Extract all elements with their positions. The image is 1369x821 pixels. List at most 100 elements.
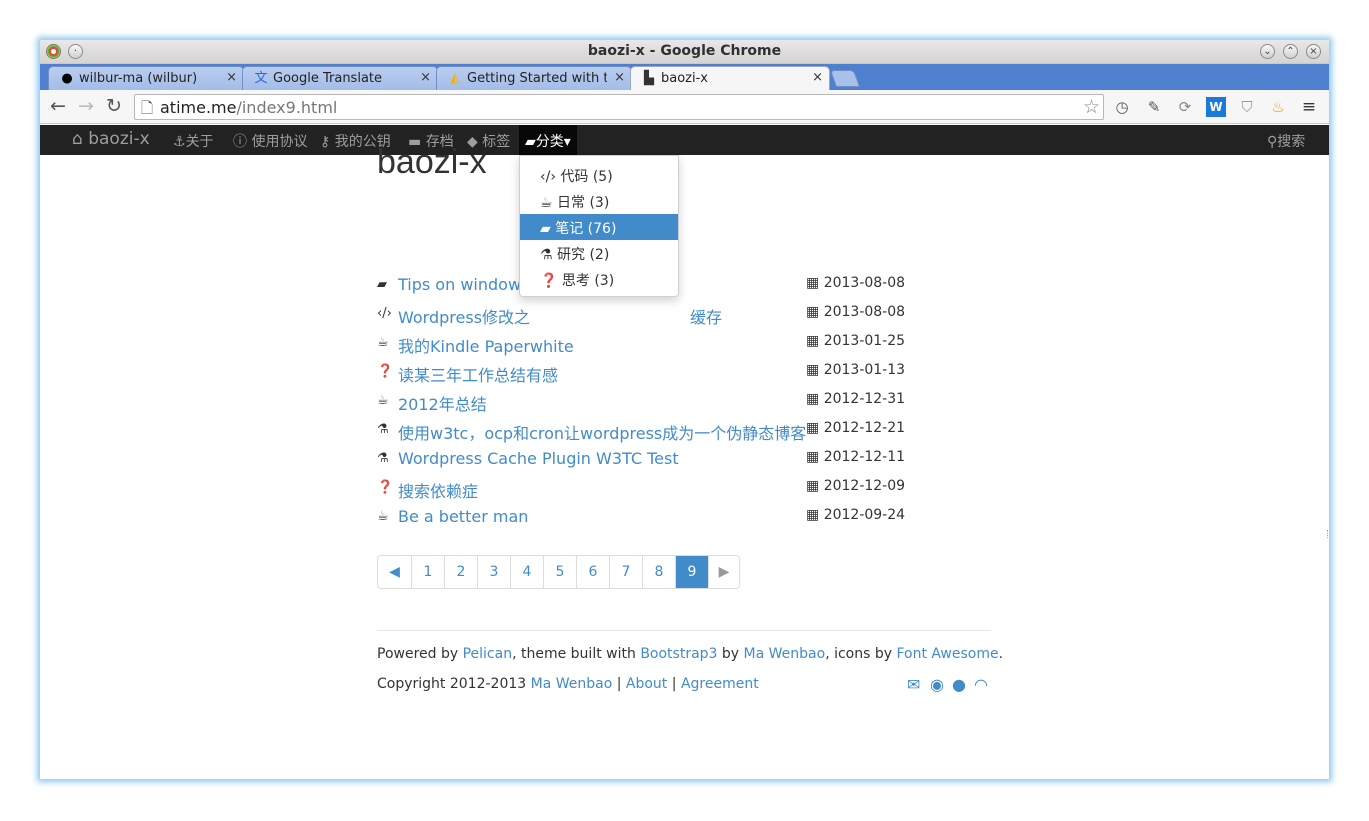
tab-github[interactable]: ● wilbur-ma (wilbur) × <box>48 66 244 90</box>
page-link[interactable]: 4 <box>510 556 543 588</box>
reload-icon[interactable]: ↻ <box>106 95 122 117</box>
page-link[interactable]: 2 <box>444 556 477 588</box>
close-tab-icon[interactable]: × <box>614 70 625 85</box>
close-tab-icon[interactable]: × <box>226 70 237 85</box>
calendar-icon: ▦ <box>806 362 824 378</box>
pelican-link[interactable]: Pelican <box>463 646 513 662</box>
dropdown-item-notes[interactable]: ▰ 笔记 (76) <box>520 214 678 240</box>
word-extension-icon[interactable]: W <box>1206 97 1226 117</box>
tab-getting-started[interactable]: ◭ Getting Started with the × <box>436 66 632 90</box>
post-title-link[interactable]: Be a better man <box>398 507 528 526</box>
post-title-link[interactable]: Wordpress修改之 缓存 <box>398 304 722 328</box>
dropdown-item-research[interactable]: ⚗ 研究 (2) <box>520 240 678 266</box>
sync-extension-icon[interactable]: ⟳ <box>1175 97 1195 117</box>
font-awesome-link[interactable]: Font Awesome <box>896 646 998 662</box>
close-tab-icon[interactable]: × <box>420 70 431 85</box>
post-row: ‹/› Wordpress修改之 缓存 ▦ 2013-08-08 <box>377 304 977 328</box>
prev-page-button[interactable]: ◀ <box>378 556 411 588</box>
address-bar[interactable]: 🗋 atime.me/index9.html ☆ <box>134 94 1104 120</box>
post-title-link[interactable]: 我的Kindle Paperwhite <box>398 333 574 357</box>
page-link[interactable]: 1 <box>411 556 444 588</box>
page-link[interactable]: 7 <box>609 556 642 588</box>
calendar-icon: ▦ <box>806 420 824 436</box>
page-link[interactable]: 8 <box>642 556 675 588</box>
menu-icon[interactable]: ≡ <box>1299 97 1319 117</box>
site-navbar: ⌂ baozi-x ⚓关于 ⓘ 使用协议 ⚷ 我的公钥 ▬ 存档 ◆ 标签 ▰分… <box>40 125 1329 155</box>
dropdown-item-daily[interactable]: ☕ 日常 (3) <box>520 188 678 214</box>
author-link[interactable]: Ma Wenbao <box>744 646 826 662</box>
forward-icon[interactable]: → <box>78 95 94 117</box>
nav-label: 关于 <box>185 134 214 150</box>
tab-label: baozi-x <box>661 71 708 86</box>
page-link-current[interactable]: 9 <box>675 556 708 588</box>
post-date: ▦ 2013-08-08 <box>806 275 905 291</box>
dropdown-label: 代码 (5) <box>560 169 613 185</box>
page-link[interactable]: 6 <box>576 556 609 588</box>
page-link[interactable]: 5 <box>543 556 576 588</box>
post-title-link[interactable]: 使用w3tc，ocp和cron让wordpress成为一个伪静态博客 <box>398 420 806 444</box>
page-viewport: ⌂ baozi-x ⚓关于 ⓘ 使用协议 ⚷ 我的公钥 ▬ 存档 ◆ 标签 ▰分… <box>40 125 1329 779</box>
author-link[interactable]: Ma Wenbao <box>531 676 613 692</box>
dropdown-item-thoughts[interactable]: ❓ 思考 (3) <box>520 266 678 292</box>
tool-extension-icon[interactable]: ✎ <box>1144 97 1164 117</box>
maximize-button[interactable]: ⌃ <box>1283 44 1298 59</box>
nav-label: 搜索 <box>1277 134 1306 150</box>
minimize-button[interactable]: ⌄ <box>1260 44 1275 59</box>
date-text: 2012-12-21 <box>823 420 906 436</box>
back-icon[interactable]: ← <box>50 95 66 117</box>
search-icon: ⚲ <box>1267 134 1278 150</box>
url-text[interactable]: atime.me/index9.html <box>160 98 337 117</box>
coffee-icon: ☕ <box>377 335 389 350</box>
footer-text: Powered by <box>377 646 463 662</box>
coffee-icon: ☕ <box>540 195 558 211</box>
date-text: 2013-08-08 <box>823 304 906 320</box>
anchor-icon: ⚓ <box>173 134 186 150</box>
window-title: baozi-x - Google Chrome <box>587 43 782 59</box>
calendar-icon: ▦ <box>806 478 824 494</box>
calendar-icon: ▦ <box>806 333 824 349</box>
footer-divider <box>377 630 991 631</box>
brand-link[interactable]: ⌂ baozi-x <box>72 129 150 149</box>
footer-text: , icons by <box>825 646 897 662</box>
dropdown-item-code[interactable]: ‹/› 代码 (5) <box>520 162 678 188</box>
date-text: 2012-12-11 <box>823 449 906 465</box>
page-icon: 🗋 <box>141 99 154 117</box>
tab-google-translate[interactable]: 文 Google Translate × <box>242 66 438 90</box>
post-date: ▦ 2013-08-08 <box>806 304 905 320</box>
flask-icon: ⚗ <box>377 422 389 437</box>
post-date: ▦ 2012-09-24 <box>806 507 905 523</box>
nav-category-dropdown[interactable]: ▰分类▾ <box>519 125 577 155</box>
page-link[interactable]: 3 <box>477 556 510 588</box>
weibo-icon[interactable]: ◉ <box>930 675 944 694</box>
calendar-icon: ▦ <box>806 449 824 465</box>
rss-icon[interactable]: ◠ <box>974 675 988 694</box>
post-row: ☕ 2012年总结 ▦ 2012-12-31 <box>377 391 977 415</box>
nav-terms[interactable]: ⓘ 使用协议 <box>233 131 307 151</box>
bookmark-star-icon[interactable]: ☆ <box>1083 96 1100 118</box>
tab-baozi-x[interactable]: ▙ baozi-x × <box>630 66 830 91</box>
close-tab-icon[interactable]: × <box>812 70 823 85</box>
nav-about[interactable]: ⚓关于 <box>173 131 214 151</box>
github-icon[interactable]: ● <box>952 675 966 694</box>
resize-handle[interactable] <box>1327 530 1329 538</box>
about-link[interactable]: About <box>626 676 667 692</box>
close-window-button[interactable]: × <box>1306 44 1321 59</box>
post-date: ▦ 2013-01-25 <box>806 333 905 349</box>
post-title-link[interactable]: Wordpress Cache Plugin W3TC Test <box>398 449 679 468</box>
agreement-link[interactable]: Agreement <box>681 676 759 692</box>
lamp-extension-icon[interactable]: ♨ <box>1268 97 1288 117</box>
post-title-link[interactable]: 2012年总结 <box>398 391 487 415</box>
shield-extension-icon[interactable]: ⛉ <box>1237 97 1257 117</box>
page-icon: ▙ <box>644 71 654 86</box>
nav-search[interactable]: ⚲搜索 <box>1267 131 1305 151</box>
post-title-link[interactable]: 读某三年工作总结有感 <box>398 362 558 386</box>
post-title-link[interactable]: Tips on windows <box>398 275 529 294</box>
post-title-head: Wordpress修改之 <box>398 308 531 327</box>
post-date: ▦ 2012-12-21 <box>806 420 905 436</box>
post-title-link[interactable]: 搜索依赖症 <box>398 478 478 502</box>
next-page-button[interactable]: ▶ <box>708 556 739 588</box>
clock-extension-icon[interactable]: ◷ <box>1112 97 1132 117</box>
new-tab-button[interactable] <box>829 70 861 87</box>
bootstrap-link[interactable]: Bootstrap3 <box>640 646 717 662</box>
email-icon[interactable]: ✉ <box>907 675 920 694</box>
